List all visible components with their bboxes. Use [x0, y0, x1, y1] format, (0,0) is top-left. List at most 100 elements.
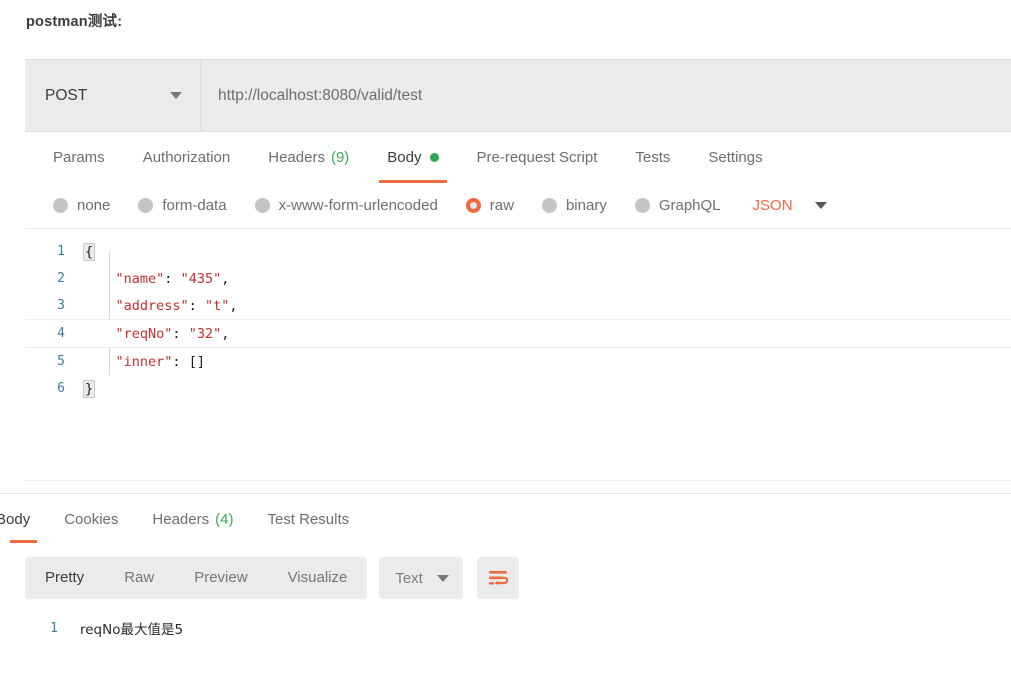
code-token: } [83, 379, 96, 398]
chevron-down-icon [436, 574, 449, 582]
chevron-down-icon [814, 202, 827, 209]
radio-raw[interactable]: raw [465, 197, 514, 214]
radio-icon [254, 198, 270, 213]
tab-label: Body [0, 510, 31, 528]
tab-tests[interactable]: Tests [616, 132, 689, 183]
code-token: , [221, 270, 230, 287]
tab-body[interactable]: Body [368, 132, 457, 183]
response-toolbar: Pretty Raw Preview Visualize Text [25, 557, 519, 599]
body-present-indicator-icon [429, 153, 439, 162]
code-text: } [83, 379, 96, 398]
tab-label: Pre-request Script [476, 149, 598, 166]
code-line: 5 "inner": [] [25, 348, 1011, 375]
radio-graphql[interactable]: GraphQL [634, 197, 721, 214]
tab-label: Cookies [64, 510, 119, 528]
line-number: 6 [57, 381, 65, 396]
view-mode-raw[interactable]: Raw [104, 557, 174, 599]
line-number: 1 [57, 244, 65, 259]
code-line: 1 reqNo最大值是5 [0, 615, 1011, 641]
body-format-select[interactable]: JSON [753, 197, 827, 214]
radio-icon [541, 198, 557, 213]
tab-settings[interactable]: Settings [689, 132, 781, 183]
radio-label: raw [489, 197, 514, 214]
response-tab-headers[interactable]: Headers (4) [135, 495, 250, 543]
response-tab-cookies[interactable]: Cookies [47, 495, 135, 543]
tab-label: Params [53, 149, 105, 166]
url-bar: POST http://localhost:8080/valid/test [25, 59, 1011, 132]
line-number: 4 [57, 326, 65, 341]
tab-label: Authorization [142, 149, 231, 166]
tab-label: Body [387, 149, 422, 166]
response-tabs: Body Cookies Headers (4) Test Results [0, 495, 1011, 543]
tab-headers[interactable]: Headers (9) [249, 132, 368, 183]
chevron-down-icon [170, 92, 182, 99]
code-text: "address": "t", [83, 297, 238, 314]
body-type-radio-group: none form-data x-www-form-urlencoded raw… [25, 183, 1011, 229]
code-text: { [83, 242, 96, 261]
code-token: "name" [115, 270, 165, 287]
http-method-select[interactable]: POST [25, 60, 201, 131]
tab-pre-request-script[interactable]: Pre-request Script [458, 132, 617, 183]
body-format-label: JSON [752, 197, 793, 214]
code-line: 6 } [25, 375, 1011, 402]
tab-params[interactable]: Params [34, 132, 124, 183]
code-token: { [83, 242, 96, 261]
radio-icon [53, 198, 68, 213]
line-number: 2 [57, 271, 65, 286]
code-token: "address" [115, 297, 189, 314]
divider [0, 493, 1011, 494]
code-token: : [172, 325, 189, 342]
view-mode-visualize[interactable]: Visualize [268, 557, 368, 599]
code-token: : [188, 297, 205, 314]
postman-request-panel: POST http://localhost:8080/valid/test Pa… [25, 59, 1011, 426]
code-line: 1 { [25, 238, 1011, 265]
tab-label: Tests [635, 149, 671, 166]
headers-count-badge: (9) [330, 149, 350, 166]
url-input[interactable]: http://localhost:8080/valid/test [201, 60, 1011, 131]
tab-label: Headers [268, 149, 325, 166]
request-body-editor[interactable]: 1 { 2 "name": "435", 3 "address": "t", 4… [25, 229, 1011, 426]
code-token: [] [188, 353, 205, 370]
view-mode-preview[interactable]: Preview [174, 557, 267, 599]
radio-label: GraphQL [658, 197, 721, 214]
code-token: "reqNo" [115, 325, 173, 342]
response-body-text: reqNo最大值是5 [80, 622, 184, 638]
tab-authorization[interactable]: Authorization [124, 132, 250, 183]
tab-label: Settings [708, 149, 763, 166]
view-mode-pretty[interactable]: Pretty [25, 557, 104, 599]
word-wrap-button[interactable] [476, 557, 519, 599]
code-line: 2 "name": "435", [25, 265, 1011, 292]
code-token: , [221, 325, 230, 342]
tab-label: Headers [152, 510, 210, 528]
radio-form-data[interactable]: form-data [138, 197, 227, 214]
content-type-label: Text [395, 569, 423, 587]
radio-none[interactable]: none [53, 197, 110, 214]
response-view-mode-group: Pretty Raw Preview Visualize [25, 557, 368, 599]
code-text: "inner": [] [83, 354, 205, 370]
code-token: "inner" [115, 353, 173, 370]
response-tab-test-results[interactable]: Test Results [250, 495, 366, 543]
response-body-viewer[interactable]: 1 reqNo最大值是5 [0, 615, 1011, 641]
radio-icon [138, 198, 154, 213]
radio-binary[interactable]: binary [541, 197, 607, 214]
code-token: "435" [180, 270, 222, 287]
response-tab-body[interactable]: Body [0, 495, 47, 543]
line-number: 3 [57, 298, 65, 313]
code-token: "t" [204, 297, 230, 314]
code-line-active: 4 "reqNo": "32", [25, 319, 1011, 348]
code-token: : [164, 270, 181, 287]
headers-count-badge: (4) [215, 510, 234, 528]
code-token: "32" [188, 325, 222, 342]
radio-label: none [77, 197, 111, 214]
request-tabs: Params Authorization Headers (9) Body Pr… [25, 132, 1011, 183]
word-wrap-icon [488, 571, 508, 586]
response-content-type-select[interactable]: Text [379, 557, 463, 599]
radio-x-www-form-urlencoded[interactable]: x-www-form-urlencoded [254, 197, 438, 214]
tab-label: Test Results [267, 510, 350, 528]
radio-selected-icon [465, 198, 481, 213]
line-number: 5 [57, 354, 65, 369]
code-text: "name": "435", [83, 270, 230, 287]
